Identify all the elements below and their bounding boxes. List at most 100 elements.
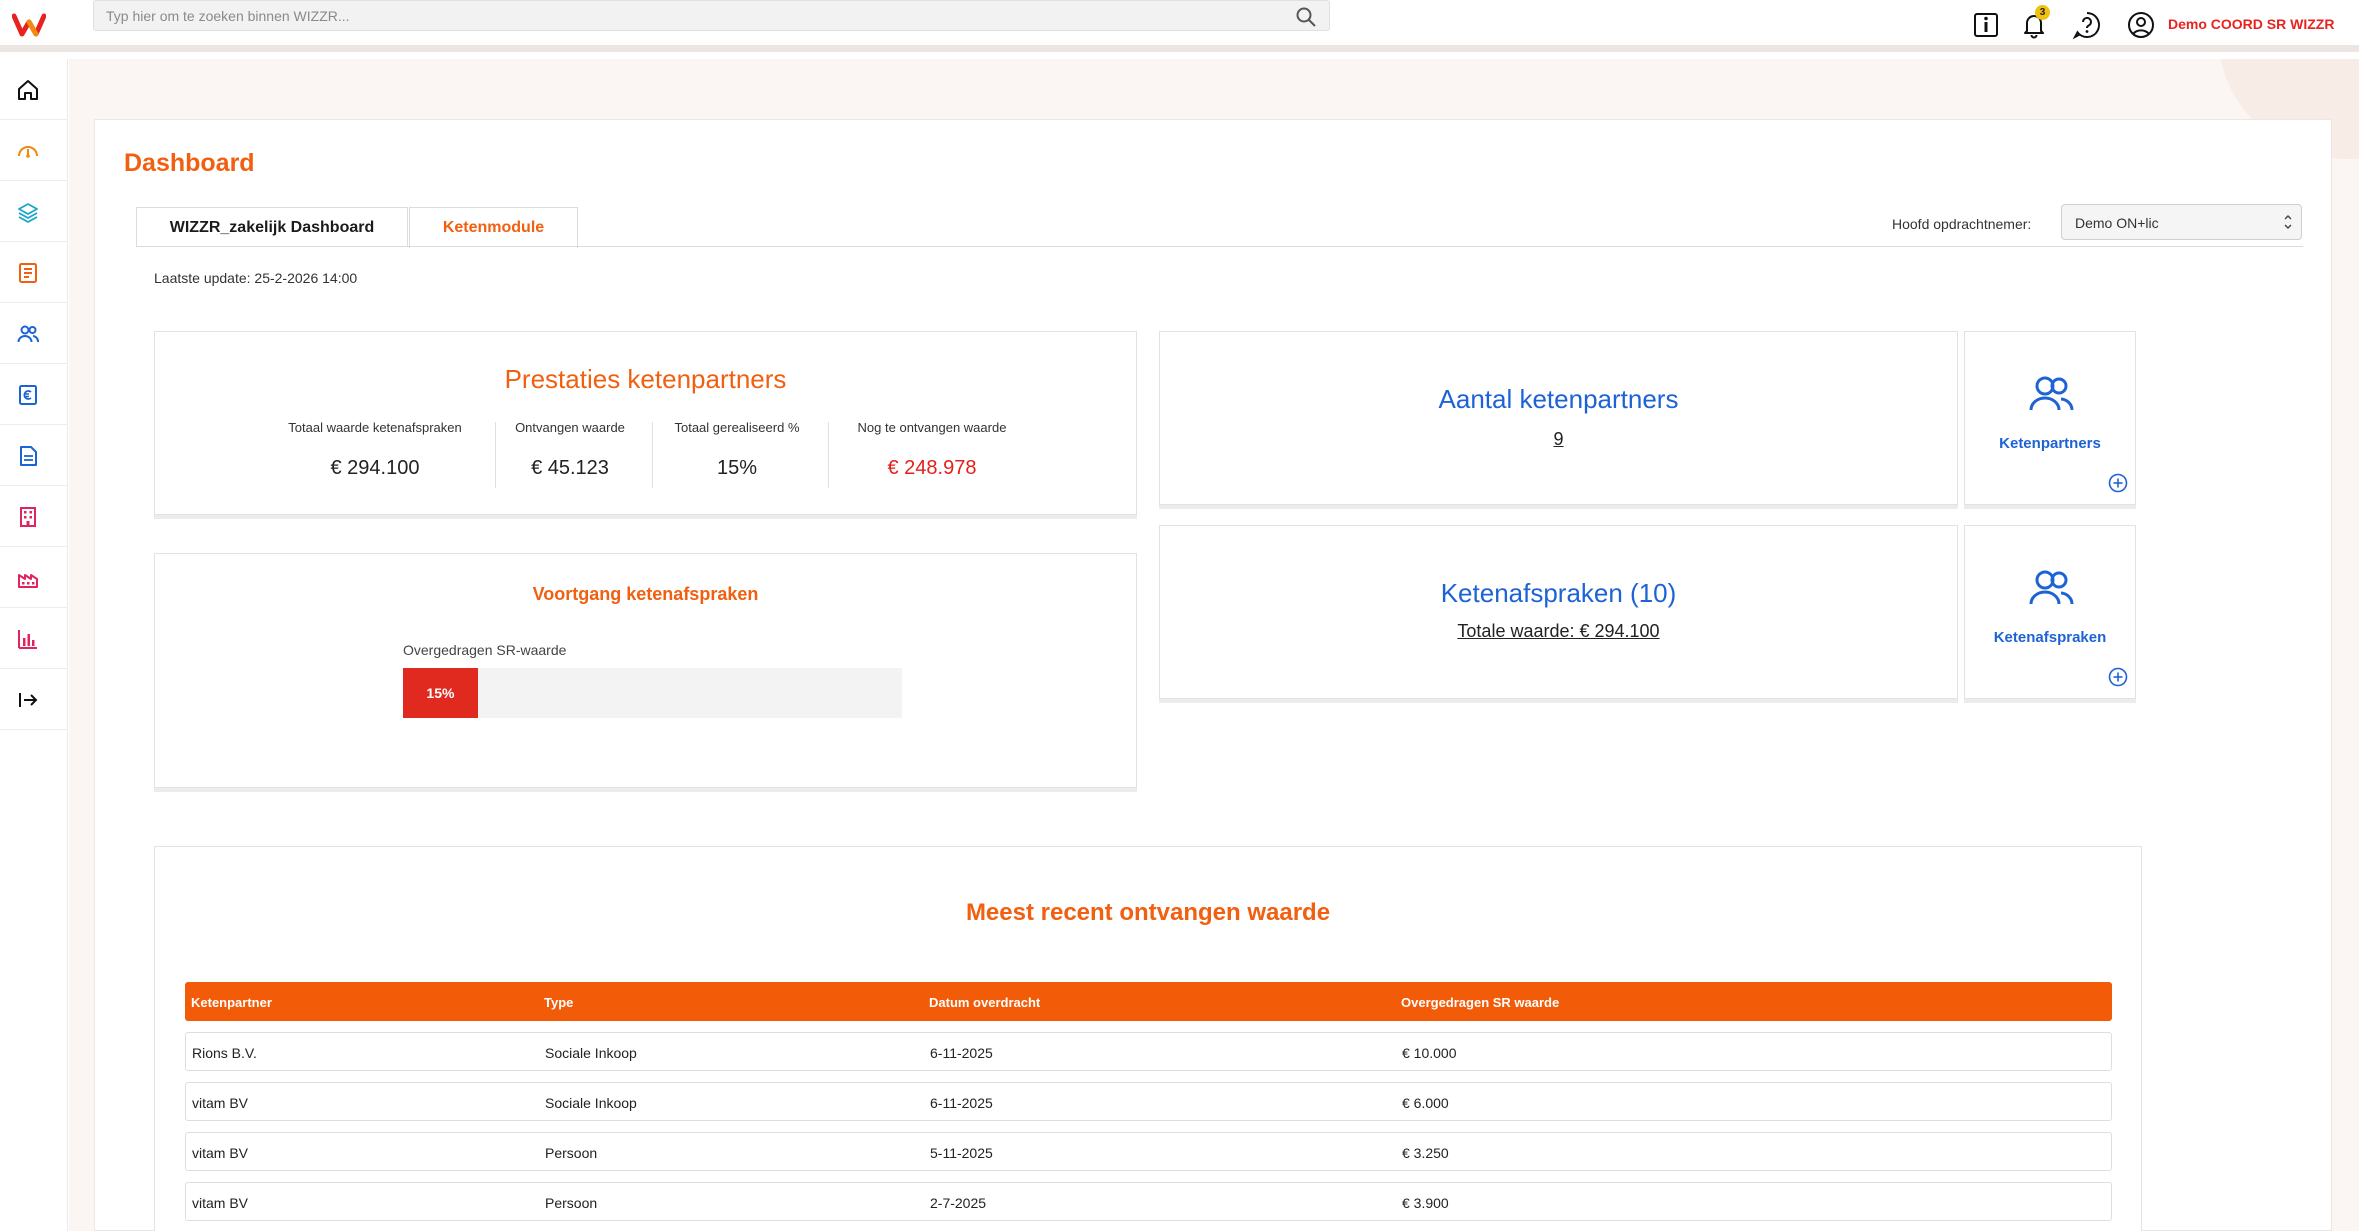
user-name[interactable]: Demo COORD SR WIZZR <box>2168 16 2334 32</box>
kpi-total-value: Totaal waarde ketenafspraken € 294.100 <box>271 420 479 486</box>
kpi-label: Totaal waarde ketenafspraken <box>288 420 462 435</box>
sidebar-item-reports[interactable] <box>0 608 68 669</box>
sidebar <box>0 59 68 1231</box>
euro-document-icon <box>19 385 37 405</box>
progress-track: 15% <box>403 668 902 718</box>
kpi-remaining-value: Nog te ontvangen waarde € 248.978 <box>838 420 1026 486</box>
cell-date: 6-11-2025 <box>930 1045 993 1061</box>
user-avatar-icon[interactable] <box>2126 10 2156 40</box>
cell-partner: vitam BV <box>192 1195 249 1211</box>
cell-value: € 3.900 <box>1402 1195 1449 1211</box>
cell-value: € 10.000 <box>1402 1045 1457 1061</box>
column-header[interactable]: Overgedragen SR waarde <box>1401 995 1559 1010</box>
tabs-divider <box>136 246 2303 247</box>
sidebar-item-home[interactable] <box>0 59 68 120</box>
cell-type: Persoon <box>545 1195 598 1211</box>
agreements-shortcut-card[interactable]: Ketenafspraken <box>1964 525 2136 699</box>
tab-zakelijk-dashboard[interactable]: WIZZR_zakelijk Dashboard <box>136 207 408 247</box>
sidebar-item-users[interactable] <box>0 303 68 364</box>
info-icon[interactable] <box>1971 10 2001 40</box>
bar-chart-icon <box>18 630 37 649</box>
performance-title: Prestaties ketenpartners <box>504 364 787 394</box>
cell-type: Sociale Inkoop <box>545 1045 637 1061</box>
performance-card: Prestaties ketenpartners Totaal waarde k… <box>154 331 1137 515</box>
document-icon <box>20 446 37 466</box>
column-header[interactable]: Ketenpartner <box>191 995 272 1010</box>
cell-type: Persoon <box>545 1145 598 1161</box>
sidebar-item-layers[interactable] <box>0 181 68 242</box>
cell-date: 2-7-2025 <box>930 1195 987 1211</box>
kpi-value: € 294.100 <box>330 457 420 479</box>
search-icon[interactable] <box>1295 6 1317 28</box>
top-bar: Typ hier om te zoeken binnen WIZZR... 3 … <box>0 0 2359 52</box>
table-row[interactable]: vitam BV Sociale Inkoop 6-11-2025 € 6.00… <box>185 1082 2112 1121</box>
factory-icon <box>18 574 38 588</box>
table-row[interactable]: Rions B.V. Sociale Inkoop 6-11-2025 € 10… <box>185 1032 2112 1071</box>
cell-partner: vitam BV <box>192 1145 249 1161</box>
cell-value: € 6.000 <box>1402 1095 1449 1111</box>
checklist-icon <box>19 263 37 283</box>
recent-values-title: Meest recent ontvangen waarde <box>965 899 1331 926</box>
search-placeholder: Typ hier om te zoeken binnen WIZZR... <box>106 8 350 24</box>
kpi-value: € 248.978 <box>887 457 977 479</box>
partners-shortcut-label[interactable]: Ketenpartners <box>1965 435 2135 452</box>
users-icon <box>2029 376 2074 411</box>
sidebar-item-gauge[interactable] <box>0 120 68 181</box>
cell-value: € 3.250 <box>1402 1145 1449 1161</box>
users-icon <box>17 325 39 343</box>
column-header[interactable]: Datum overdracht <box>929 995 1040 1010</box>
kpi-label: Totaal gerealiseerd % <box>674 420 800 435</box>
kpi-value: € 45.123 <box>531 457 609 479</box>
column-header[interactable]: Type <box>544 995 573 1010</box>
partners-count-card[interactable]: Aantal ketenpartners 9 <box>1159 331 1958 505</box>
sidebar-item-documents[interactable] <box>0 425 68 486</box>
sidebar-item-logout[interactable] <box>0 669 68 730</box>
add-circle-icon[interactable] <box>2108 667 2128 687</box>
partners-shortcut-card[interactable]: Ketenpartners <box>1964 331 2136 505</box>
kpi-value: 15% <box>716 457 758 479</box>
progress-title: Voortgang ketenafspraken <box>532 584 759 604</box>
tab-ketenmodule[interactable]: Ketenmodule <box>409 207 578 248</box>
sidebar-item-finance[interactable] <box>0 364 68 425</box>
sidebar-item-buildings[interactable] <box>0 486 68 547</box>
kpi-received-value: Ontvangen waarde € 45.123 <box>505 420 635 486</box>
table-row[interactable]: vitam BV Persoon 5-11-2025 € 3.250 <box>185 1132 2112 1171</box>
agreements-total[interactable]: Totale waarde: € 294.100 <box>1160 621 1957 642</box>
cell-date: 5-11-2025 <box>930 1145 993 1161</box>
page-title: Dashboard <box>124 149 255 177</box>
kpi-realised-percent: Totaal gerealiseerd % 15% <box>662 420 812 486</box>
help-icon[interactable] <box>2072 10 2102 40</box>
kpi-label: Ontvangen waarde <box>515 420 625 435</box>
add-circle-icon[interactable] <box>2108 473 2128 493</box>
agreements-shortcut-label[interactable]: Ketenafspraken <box>1965 629 2135 646</box>
sidebar-item-checklist[interactable] <box>0 242 68 303</box>
contractor-select[interactable]: Demo ON+lic <box>2061 204 2302 240</box>
search-input[interactable]: Typ hier om te zoeken binnen WIZZR... <box>93 0 1330 31</box>
kpi-separator <box>828 422 829 488</box>
gauge-icon <box>18 146 38 158</box>
wizzr-logo-icon[interactable] <box>12 10 46 40</box>
table-header: Ketenpartner Type Datum overdracht Overg… <box>185 982 2112 1021</box>
agreements-title: Ketenafspraken (10) <box>1440 578 1677 608</box>
logout-icon <box>19 693 38 707</box>
layers-icon <box>18 203 38 224</box>
contractor-select-value: Demo ON+lic <box>2075 215 2159 231</box>
select-arrows-icon <box>2284 215 2292 229</box>
cell-type: Sociale Inkoop <box>545 1095 637 1111</box>
cell-partner: Rions B.V. <box>192 1045 257 1061</box>
partners-count-value[interactable]: 9 <box>1160 429 1957 450</box>
progress-fill: 15% <box>403 668 478 718</box>
sidebar-item-factory[interactable] <box>0 547 68 608</box>
kpi-separator <box>495 422 496 488</box>
notification-badge: 3 <box>2035 5 2050 20</box>
users-icon <box>2029 570 2074 605</box>
cell-date: 6-11-2025 <box>930 1095 993 1111</box>
agreements-card[interactable]: Ketenafspraken (10) Totale waarde: € 294… <box>1159 525 1958 699</box>
kpi-separator <box>652 422 653 488</box>
building-icon <box>20 507 36 527</box>
home-icon <box>18 80 38 100</box>
last-update: Laatste update: 25-2-2026 14:00 <box>154 270 358 286</box>
contractor-label: Hoofd opdrachtnemer: <box>1892 216 2032 232</box>
table-row[interactable]: vitam BV Persoon 2-7-2025 € 3.900 <box>185 1182 2112 1221</box>
recent-values-card: Meest recent ontvangen waarde Ketenpartn… <box>154 846 2142 1231</box>
